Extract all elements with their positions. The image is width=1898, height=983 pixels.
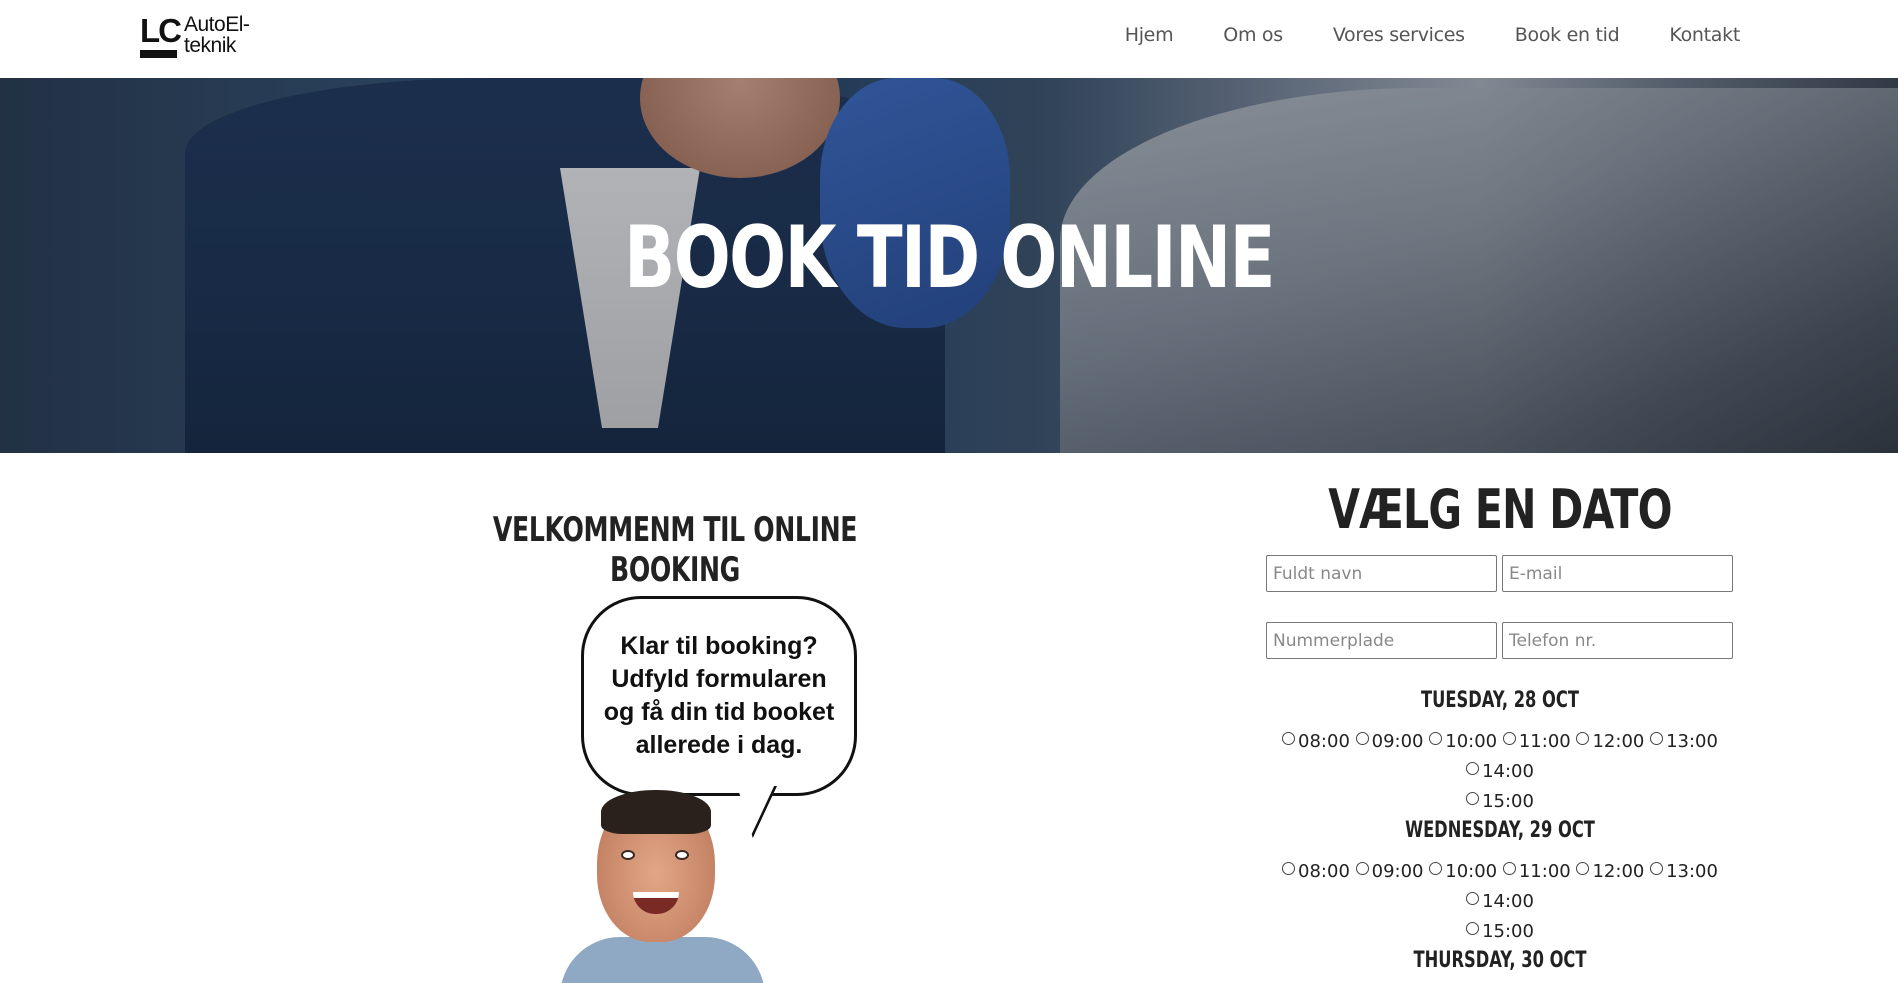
- license-plate-field[interactable]: [1266, 622, 1497, 659]
- hero-title: BOOK TID ONLINE: [624, 208, 1275, 308]
- time-slot-radio[interactable]: [1355, 862, 1369, 875]
- logo-underline: [140, 50, 177, 58]
- day-label: TUESDAY, 28 OCT: [1421, 688, 1579, 713]
- time-slot-group: 08:00 09:00 10:00 11:00 12:00 13:00 14:0…: [1255, 727, 1745, 817]
- time-slot[interactable]: 08:00: [1282, 727, 1350, 757]
- person-eye-right: [675, 850, 689, 860]
- person-hair: [601, 790, 711, 834]
- time-slot-radio[interactable]: [1650, 732, 1664, 745]
- day-label: THURSDAY, 30 OCT: [1413, 948, 1587, 973]
- time-slot-radio[interactable]: [1650, 862, 1664, 875]
- time-slot[interactable]: 13:00: [1650, 857, 1718, 887]
- nav-link-vores-services[interactable]: Vores services: [1333, 24, 1465, 46]
- time-slot[interactable]: 14:00: [1466, 757, 1534, 787]
- time-slot[interactable]: 11:00: [1502, 857, 1571, 887]
- logo-text: AutoEl- teknik: [184, 13, 250, 57]
- hero-banner: BOOK TID ONLINE: [0, 78, 1898, 453]
- logo-mark: LC: [140, 12, 182, 49]
- email-field[interactable]: [1502, 555, 1733, 592]
- nav-link-book-en-tid[interactable]: Book en tid: [1515, 24, 1620, 46]
- nav-link-om-os[interactable]: Om os: [1223, 24, 1283, 46]
- top-navigation-bar: LC AutoEl- teknik Hjem Om os Vores servi…: [0, 0, 1898, 78]
- speech-bubble-text: Klar til booking? Udfyld formularen og f…: [603, 632, 835, 759]
- time-slot-radio[interactable]: [1466, 892, 1480, 905]
- booking-illustration: Klar til booking? Udfyld formularen og f…: [545, 592, 875, 983]
- time-slot[interactable]: 08:00: [1282, 857, 1350, 887]
- booking-title: VÆLG EN DATO: [1328, 478, 1672, 541]
- logo[interactable]: LC AutoEl- teknik: [140, 14, 260, 60]
- time-slot-radio[interactable]: [1576, 862, 1590, 875]
- person-shirt: [560, 937, 765, 983]
- nav-link-kontakt[interactable]: Kontakt: [1669, 24, 1740, 46]
- time-slot[interactable]: 10:00: [1429, 727, 1497, 757]
- time-slot[interactable]: 09:00: [1355, 727, 1424, 757]
- time-slot-radio[interactable]: [1429, 862, 1443, 875]
- time-slot-radio[interactable]: [1466, 792, 1480, 805]
- main-nav: Hjem Om os Vores services Book en tid Ko…: [1075, 24, 1741, 46]
- time-slot[interactable]: 11:00: [1502, 727, 1571, 757]
- time-slot-radio[interactable]: [1466, 762, 1480, 775]
- time-slot[interactable]: 15:00: [1466, 917, 1534, 947]
- time-slot-group: 08:00 09:00 10:00 11:00 12:00 13:00 14:0…: [1255, 857, 1745, 947]
- time-slot[interactable]: 13:00: [1650, 727, 1718, 757]
- time-slot-radio[interactable]: [1282, 862, 1296, 875]
- time-slot-radio[interactable]: [1576, 732, 1590, 745]
- time-slot[interactable]: 10:00: [1429, 857, 1497, 887]
- time-slot-radio[interactable]: [1502, 732, 1516, 745]
- speech-bubble: Klar til booking? Udfyld formularen og f…: [581, 596, 857, 796]
- time-slot-radio[interactable]: [1355, 732, 1369, 745]
- full-name-field[interactable]: [1266, 555, 1497, 592]
- time-slot[interactable]: 14:00: [1466, 887, 1534, 917]
- person-eye-left: [621, 850, 635, 860]
- time-slot-radio[interactable]: [1502, 862, 1516, 875]
- time-slot[interactable]: 15:00: [1466, 787, 1534, 817]
- welcome-heading: VELKOMMENM TIL ONLINE BOOKING: [492, 510, 858, 590]
- phone-field[interactable]: [1502, 622, 1733, 659]
- time-slot[interactable]: 12:00: [1576, 857, 1644, 887]
- time-slot[interactable]: 09:00: [1355, 857, 1424, 887]
- time-slot[interactable]: 12:00: [1576, 727, 1644, 757]
- time-slot-radio[interactable]: [1429, 732, 1443, 745]
- time-slot-radio[interactable]: [1282, 732, 1296, 745]
- time-slot-radio[interactable]: [1466, 922, 1480, 935]
- nav-link-hjem[interactable]: Hjem: [1125, 24, 1174, 46]
- day-label: WEDNESDAY, 29 OCT: [1405, 818, 1595, 843]
